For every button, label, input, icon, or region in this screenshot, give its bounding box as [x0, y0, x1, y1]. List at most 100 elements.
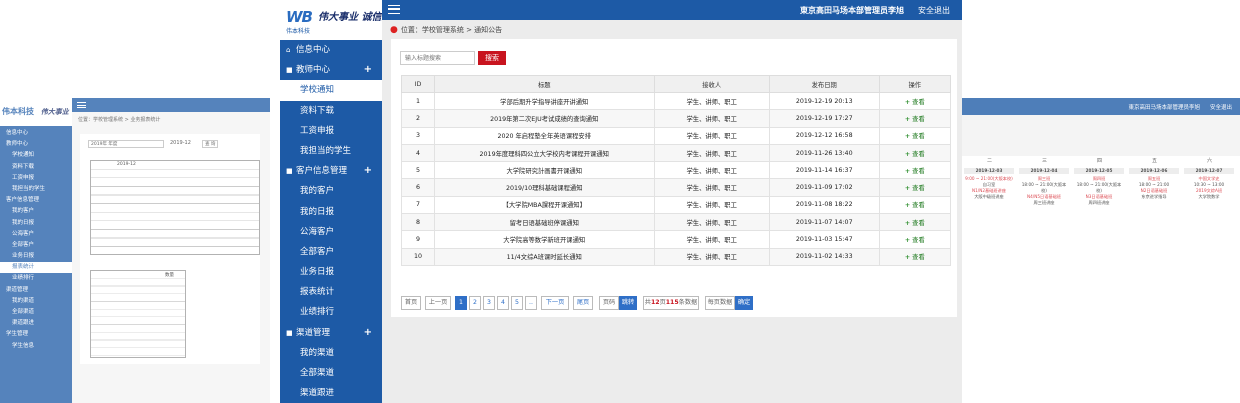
page-3-button[interactable]: 3: [483, 296, 495, 310]
next-page-button[interactable]: 下一页: [541, 296, 569, 310]
left-sidebar-item[interactable]: 我的客户: [0, 206, 72, 217]
left-sidebar-item[interactable]: 学生信息: [0, 341, 72, 352]
table-cell: 3: [401, 126, 435, 145]
left-sidebar-item[interactable]: 渠道管理: [0, 285, 72, 296]
hamburger-icon[interactable]: [77, 102, 86, 108]
weekday-label: 四: [1097, 158, 1103, 164]
calendar-event-line[interactable]: 大阪中级班讲座: [964, 194, 1014, 200]
plus-icon: +: [904, 237, 911, 245]
left-sidebar-item[interactable]: 渠道跟进: [0, 318, 72, 329]
left-sidebar-item[interactable]: 公海客户: [0, 229, 72, 240]
sidebar-item[interactable]: 渠道跟进: [280, 383, 382, 403]
view-link[interactable]: + 查看: [905, 237, 925, 244]
sidebar-menu: ⌂ 信息中心 ■ 教师中心 + 学校通知 资料下载工资申报我担当的学生 ■ 客户信息管理 + 我的客…: [280, 40, 382, 403]
sidebar-item[interactable]: ■ 教师中心 +: [280, 60, 382, 80]
left-sidebar-item[interactable]: 工资申报: [0, 173, 72, 184]
per-page-input[interactable]: 每页数据: [705, 296, 735, 310]
plus-icon: +: [904, 133, 911, 141]
first-page-button[interactable]: 首页: [401, 296, 421, 310]
page-2-button[interactable]: 2: [469, 296, 481, 310]
month-field[interactable]: 2019-12: [170, 140, 191, 146]
sidebar-item[interactable]: 我的客户: [280, 181, 382, 201]
plus-icon: +: [904, 185, 911, 193]
calendar-event-line[interactable]: 东京进学指导: [1129, 194, 1179, 200]
sidebar-item[interactable]: 我的日报: [280, 202, 382, 222]
logout-link[interactable]: 安全退出: [918, 5, 950, 16]
calendar-event-line[interactable]: 18:00 ~ 21:00(大阪本校): [1074, 182, 1124, 194]
sidebar-item[interactable]: 我的渠道: [280, 343, 382, 363]
left-sidebar-item[interactable]: 报表统计: [0, 262, 72, 274]
last-page-button[interactable]: 尾页: [573, 296, 593, 310]
page-4-button[interactable]: 4: [497, 296, 509, 310]
calendar-event-line[interactable]: 周三班讲座: [1019, 200, 1069, 206]
right-logout-link[interactable]: 安全退出: [1210, 103, 1232, 111]
jump-button[interactable]: 跳转: [619, 296, 637, 310]
left-sidebar-item[interactable]: 客户信息管理: [0, 195, 72, 206]
sidebar-item[interactable]: 报表统计: [280, 282, 382, 302]
hamburger-icon[interactable]: [388, 5, 400, 14]
calendar-event-line[interactable]: 周四班讲座: [1074, 200, 1124, 206]
sidebar-item[interactable]: ⌂ 信息中心: [280, 40, 382, 60]
view-link[interactable]: + 查看: [905, 254, 925, 261]
view-link[interactable]: + 查看: [905, 168, 925, 175]
sidebar-item[interactable]: 我担当的学生: [280, 141, 382, 161]
prev-page-button[interactable]: 上一页: [425, 296, 451, 310]
left-sidebar-item[interactable]: 我的日报: [0, 218, 72, 229]
left-sidebar-item[interactable]: 我担当的学生: [0, 184, 72, 195]
table-cell: 学生、讲师、职工: [653, 195, 770, 215]
confirm-button[interactable]: 确定: [735, 296, 753, 310]
logo-mark: WB: [286, 8, 313, 26]
left-sidebar-item[interactable]: 全部渠道: [0, 307, 72, 318]
view-link[interactable]: + 查看: [905, 202, 925, 209]
query-button[interactable]: 查 询: [202, 140, 219, 148]
sidebar-item[interactable]: 业绩排行: [280, 302, 382, 322]
left-sidebar-item[interactable]: 业务日报: [0, 251, 72, 262]
left-sidebar-item[interactable]: 我的渠道: [0, 296, 72, 307]
sidebar-item[interactable]: ■ 渠道管理 +: [280, 323, 382, 343]
table-cell: 留考日语基础班停课通知: [433, 213, 655, 232]
left-sidebar-item[interactable]: 信息中心: [0, 128, 72, 139]
right-topbar: 東京高田马场本部管理员李旭 安全退出: [962, 98, 1240, 115]
page-1-button[interactable]: 1: [455, 296, 467, 310]
left-sidebar-item[interactable]: 业绩排行: [0, 273, 72, 284]
search-button[interactable]: 搜索: [478, 51, 506, 65]
left-sidebar-item[interactable]: 资料下载: [0, 162, 72, 173]
page-5-button[interactable]: 5: [511, 296, 523, 310]
expand-plus-icon[interactable]: +: [364, 323, 372, 343]
page-number-input[interactable]: 页码: [599, 296, 619, 310]
calendar-day-column: 2019-12-05 周四班 18:00 ~ 21:00(大阪本校) N3日语基础班周…: [1074, 168, 1124, 206]
year-select[interactable]: 2019年 年度: [88, 140, 164, 148]
sidebar-item[interactable]: 学校通知: [280, 80, 382, 101]
left-topbar: [72, 98, 270, 112]
sidebar-item[interactable]: 工资申报: [280, 121, 382, 141]
expand-plus-icon[interactable]: +: [364, 161, 372, 181]
brand-logo: WB 伟本科技 伟大事业 诚信为本: [280, 0, 401, 40]
sidebar-item[interactable]: 公海客户: [280, 222, 382, 242]
view-link[interactable]: + 查看: [905, 151, 925, 158]
sidebar-item[interactable]: 资料下载: [280, 101, 382, 121]
left-sidebar-item[interactable]: 全部客户: [0, 240, 72, 251]
calendar-day-column: 2019-12-07 中国文学史 10:30 ~ 13:00 2019文综A班 大学院数…: [1184, 168, 1234, 200]
search-input[interactable]: [400, 51, 475, 65]
sidebar-item[interactable]: 业务日报: [280, 262, 382, 282]
weekday-label: 三: [1042, 158, 1048, 164]
left-sidebar-item[interactable]: 教师中心: [0, 139, 72, 150]
left-sidebar-item[interactable]: 学校通知: [0, 150, 72, 161]
view-link[interactable]: + 查看: [905, 133, 925, 140]
view-link-label: 查看: [912, 219, 925, 227]
sidebar-item[interactable]: 全部客户: [280, 242, 382, 262]
sidebar-item[interactable]: 全部渠道: [280, 363, 382, 383]
sidebar-item-label: 工资申报: [300, 125, 335, 136]
view-link[interactable]: + 查看: [905, 220, 925, 227]
expand-plus-icon[interactable]: +: [364, 60, 372, 80]
calendar-event-line[interactable]: 大学院数学: [1184, 194, 1234, 200]
sidebar-item[interactable]: ■ 客户信息管理 +: [280, 161, 382, 181]
view-link[interactable]: + 查看: [905, 185, 925, 192]
calendar-day-column: 2019-12-04 周三班 18:00 ~ 21:00(大阪本校) N4/N5日语基…: [1019, 168, 1069, 206]
view-link[interactable]: + 查看: [905, 116, 925, 123]
table-row: 2 2019年第二次EJU考试成绩的查询通知 学生、讲师、职工 2019-12-19 …: [401, 109, 952, 128]
left-breadcrumb: 位置：学校管理系统 > 业务报表统计: [78, 117, 161, 123]
left-sidebar-item[interactable]: 学生管理: [0, 329, 72, 340]
calendar-event-line[interactable]: 18:00 ~ 21:00(大阪本校): [1019, 182, 1069, 194]
view-link[interactable]: + 查看: [905, 99, 925, 106]
